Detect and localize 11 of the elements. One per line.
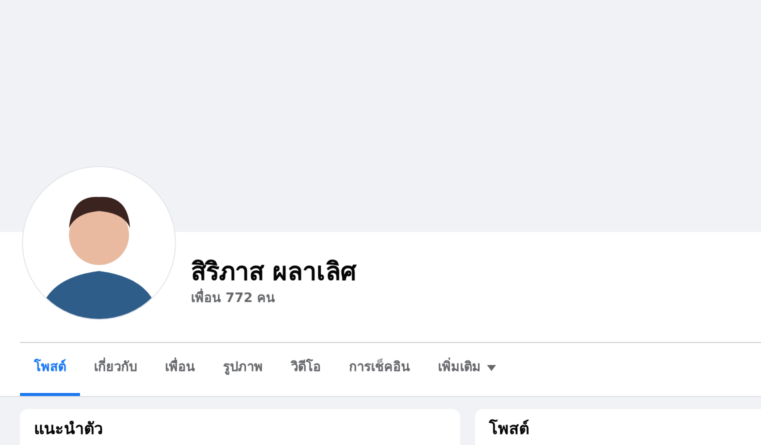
profile-tab[interactable]: เพื่อน bbox=[151, 343, 209, 396]
caret-icon bbox=[487, 365, 496, 371]
friend-count: เพื่อน 772 คน bbox=[191, 290, 761, 308]
profile-tab[interactable]: การเช็คอิน bbox=[335, 343, 424, 396]
profile-tab[interactable]: เกี่ยวกับ bbox=[80, 343, 151, 396]
profile-tab[interactable]: วิดีโอ bbox=[277, 343, 335, 396]
card-title: แนะนำตัว bbox=[34, 419, 103, 438]
profile-name: สิริภาส ผลาเลิศ bbox=[191, 256, 358, 288]
card-title: โพสต์ bbox=[489, 419, 529, 438]
more-tab[interactable]: เพิ่มเติม bbox=[424, 343, 510, 396]
profile-tab[interactable]: รูปภาพ bbox=[209, 343, 277, 396]
